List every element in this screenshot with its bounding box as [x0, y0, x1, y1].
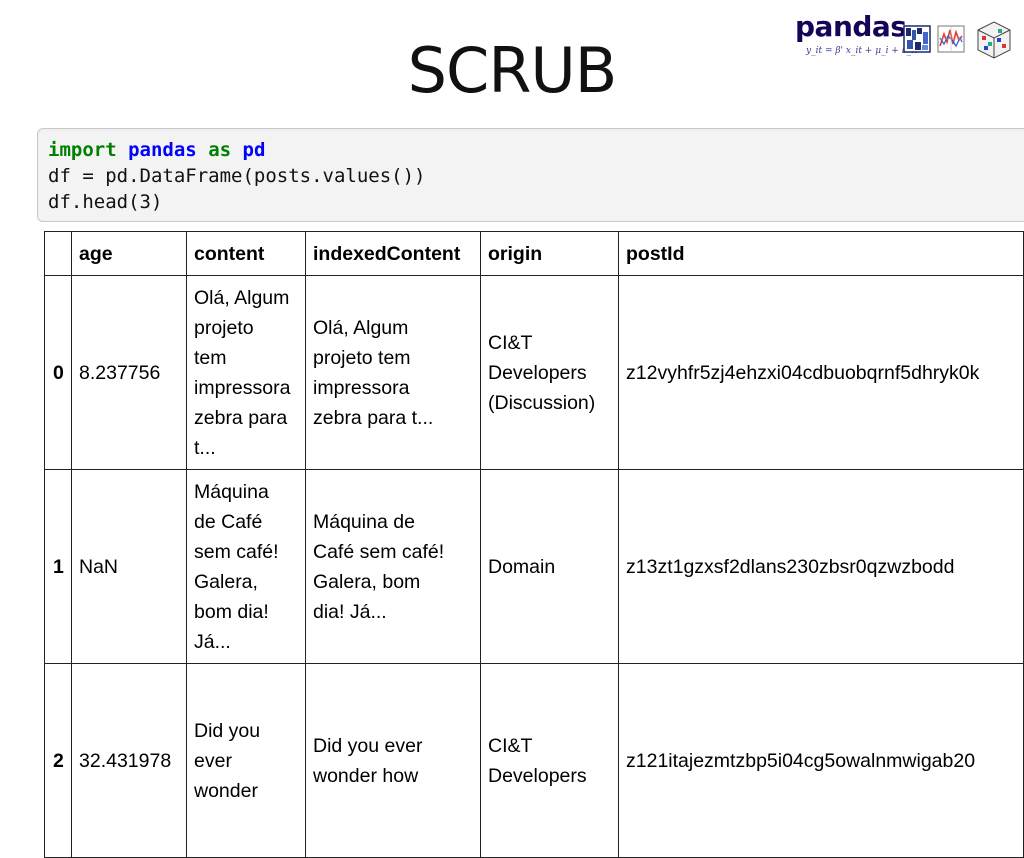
cell-line: Olá, Algum: [194, 286, 290, 309]
cell-line: zebra para: [194, 406, 288, 429]
cell-line: impressora: [313, 376, 410, 399]
column-header-post-id: postId: [618, 231, 1024, 276]
row-index: 2: [44, 663, 72, 858]
table-row: 0 8.237756 Olá, Algum projeto tem impres…: [44, 275, 1024, 470]
cell-indexed-content: Olá, Algum projeto tem impressora zebra …: [305, 275, 481, 470]
code-line-3-suffix: ): [150, 191, 163, 213]
column-header-content: content: [186, 231, 306, 276]
cell-line: dia! Já...: [313, 600, 387, 623]
cell-line: Developers: [488, 361, 587, 384]
cell-line: CI&T: [488, 331, 533, 354]
cell-line: CI&T: [488, 734, 533, 757]
cell-content: Olá, Algum projeto tem impressora zebra …: [186, 275, 306, 470]
table-header-row: age content indexedContent origin postId: [44, 231, 1024, 276]
cell-line: ever: [194, 749, 232, 772]
cell-line: impressora: [194, 376, 291, 399]
cell-origin: CI&T Developers: [480, 663, 619, 858]
code-line-1: import pandas as pd: [48, 139, 265, 161]
cell-line: wonder: [194, 779, 258, 802]
cell-line: Já...: [194, 630, 231, 653]
module-name: pandas: [128, 139, 197, 161]
code-line-3-arg: 3: [139, 191, 151, 213]
cell-line: Olá, Algum: [313, 316, 409, 339]
cell-line: Did you ever: [313, 734, 423, 757]
pandas-logo: pandas y_it = β' x_it + μ_i + ε_it: [792, 8, 1024, 60]
row-index: 1: [44, 469, 72, 664]
3d-cube-icon: [977, 21, 1011, 59]
cell-post-id: z121itajezmtzbp5i04cg5owalnmwigab20: [618, 663, 1024, 858]
cell-line: de Café: [194, 510, 263, 533]
keyword-import: import: [48, 139, 117, 161]
table-row: 2 32.431978 Did you ever wonder Did you …: [44, 663, 1024, 858]
cell-line: Did you: [194, 719, 261, 742]
logo-icons: [903, 21, 1011, 59]
cell-post-id: z13zt1gzxsf2dlans230zbsr0qzwzbodd: [618, 469, 1024, 664]
cell-content: Did you ever wonder: [186, 663, 306, 858]
cell-line: Galera,: [194, 570, 258, 593]
cell-line: projeto: [194, 316, 254, 339]
code-cell[interactable]: import pandas as pd df = pd.DataFrame(po…: [37, 128, 1024, 222]
code-line-2: df = pd.DataFrame(posts.values()): [48, 165, 426, 187]
cell-age: NaN: [71, 469, 187, 664]
cell-line: sem café!: [194, 540, 279, 563]
cell-line: Máquina: [194, 480, 269, 503]
row-index: 0: [44, 275, 72, 470]
column-header-age: age: [71, 231, 187, 276]
cell-line: tem: [194, 346, 227, 369]
column-header-origin: origin: [480, 231, 619, 276]
cell-line: Domain: [488, 555, 556, 578]
cell-line: Café sem café!: [313, 540, 445, 563]
module-alias: pd: [242, 139, 266, 161]
cell-line: Galera, bom: [313, 570, 421, 593]
dataframe-table: age content indexedContent origin postId…: [44, 231, 1024, 858]
cell-line: Máquina de: [313, 510, 415, 533]
cell-age: 32.431978: [71, 663, 187, 858]
code-line-3: df.head(3): [48, 191, 162, 213]
column-header-indexed-content: indexedContent: [305, 231, 481, 276]
keyword-as: as: [208, 139, 232, 161]
index-header: [44, 231, 72, 276]
matrix-heatmap-icon: [903, 25, 931, 53]
cell-post-id: z12vyhfr5zj4ehzxi04cdbuobqrnf5dhryk0k: [618, 275, 1024, 470]
cell-line: projeto tem: [313, 346, 411, 369]
timeseries-grid-icon: [937, 25, 965, 53]
logo-wordmark: pandas: [795, 10, 907, 43]
cell-age: 8.237756: [71, 275, 187, 470]
cell-indexed-content: Did you ever wonder how: [305, 663, 481, 858]
cell-line: t...: [194, 436, 216, 459]
cell-origin: Domain: [480, 469, 619, 664]
cell-content: Máquina de Café sem café! Galera, bom di…: [186, 469, 306, 664]
cell-indexed-content: Máquina de Café sem café! Galera, bom di…: [305, 469, 481, 664]
cell-origin: CI&T Developers (Discussion): [480, 275, 619, 470]
code-line-3-prefix: df.head(: [48, 191, 140, 213]
logo-formula: y_it = β' x_it + μ_i + ε_it: [806, 46, 918, 56]
cell-line: zebra para t...: [313, 406, 434, 429]
cell-line: bom dia!: [194, 600, 269, 623]
table-row: 1 NaN Máquina de Café sem café! Galera, …: [44, 469, 1024, 664]
cell-line: Developers: [488, 764, 587, 787]
cell-line: (Discussion): [488, 391, 596, 414]
cell-line: wonder how: [313, 764, 419, 787]
